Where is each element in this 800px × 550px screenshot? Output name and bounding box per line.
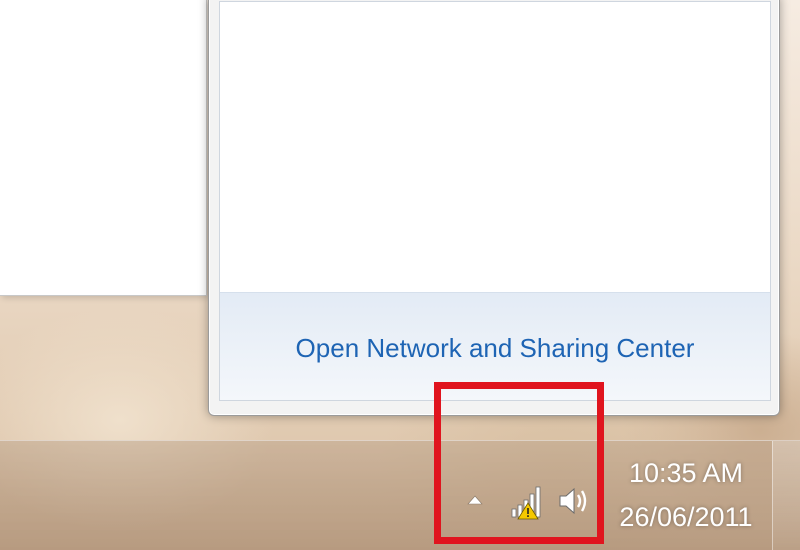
clock-date: 26/06/2011 (619, 502, 753, 532)
background-window[interactable] (0, 0, 207, 296)
wireless-signal-warning-icon[interactable] (508, 481, 548, 521)
clock-time: 10:35 AM (628, 458, 744, 488)
system-clock[interactable]: 10:35 AM 26/06/2011 (606, 451, 766, 550)
show-desktop-button[interactable] (772, 441, 800, 550)
open-network-sharing-center-link[interactable]: Open Network and Sharing Center (220, 333, 770, 364)
network-flyout-panel: Open Network and Sharing Center (219, 1, 771, 401)
show-hidden-icons-triangle-icon[interactable] (466, 491, 484, 509)
desktop: Open Network and Sharing Center 10:35 AM… (0, 0, 800, 550)
taskbar: 10:35 AM 26/06/2011 (0, 440, 800, 550)
speaker-volume-icon[interactable] (556, 483, 592, 519)
network-list-area (220, 2, 770, 292)
network-flyout: Open Network and Sharing Center (208, 0, 780, 416)
network-flyout-footer: Open Network and Sharing Center (220, 292, 770, 400)
